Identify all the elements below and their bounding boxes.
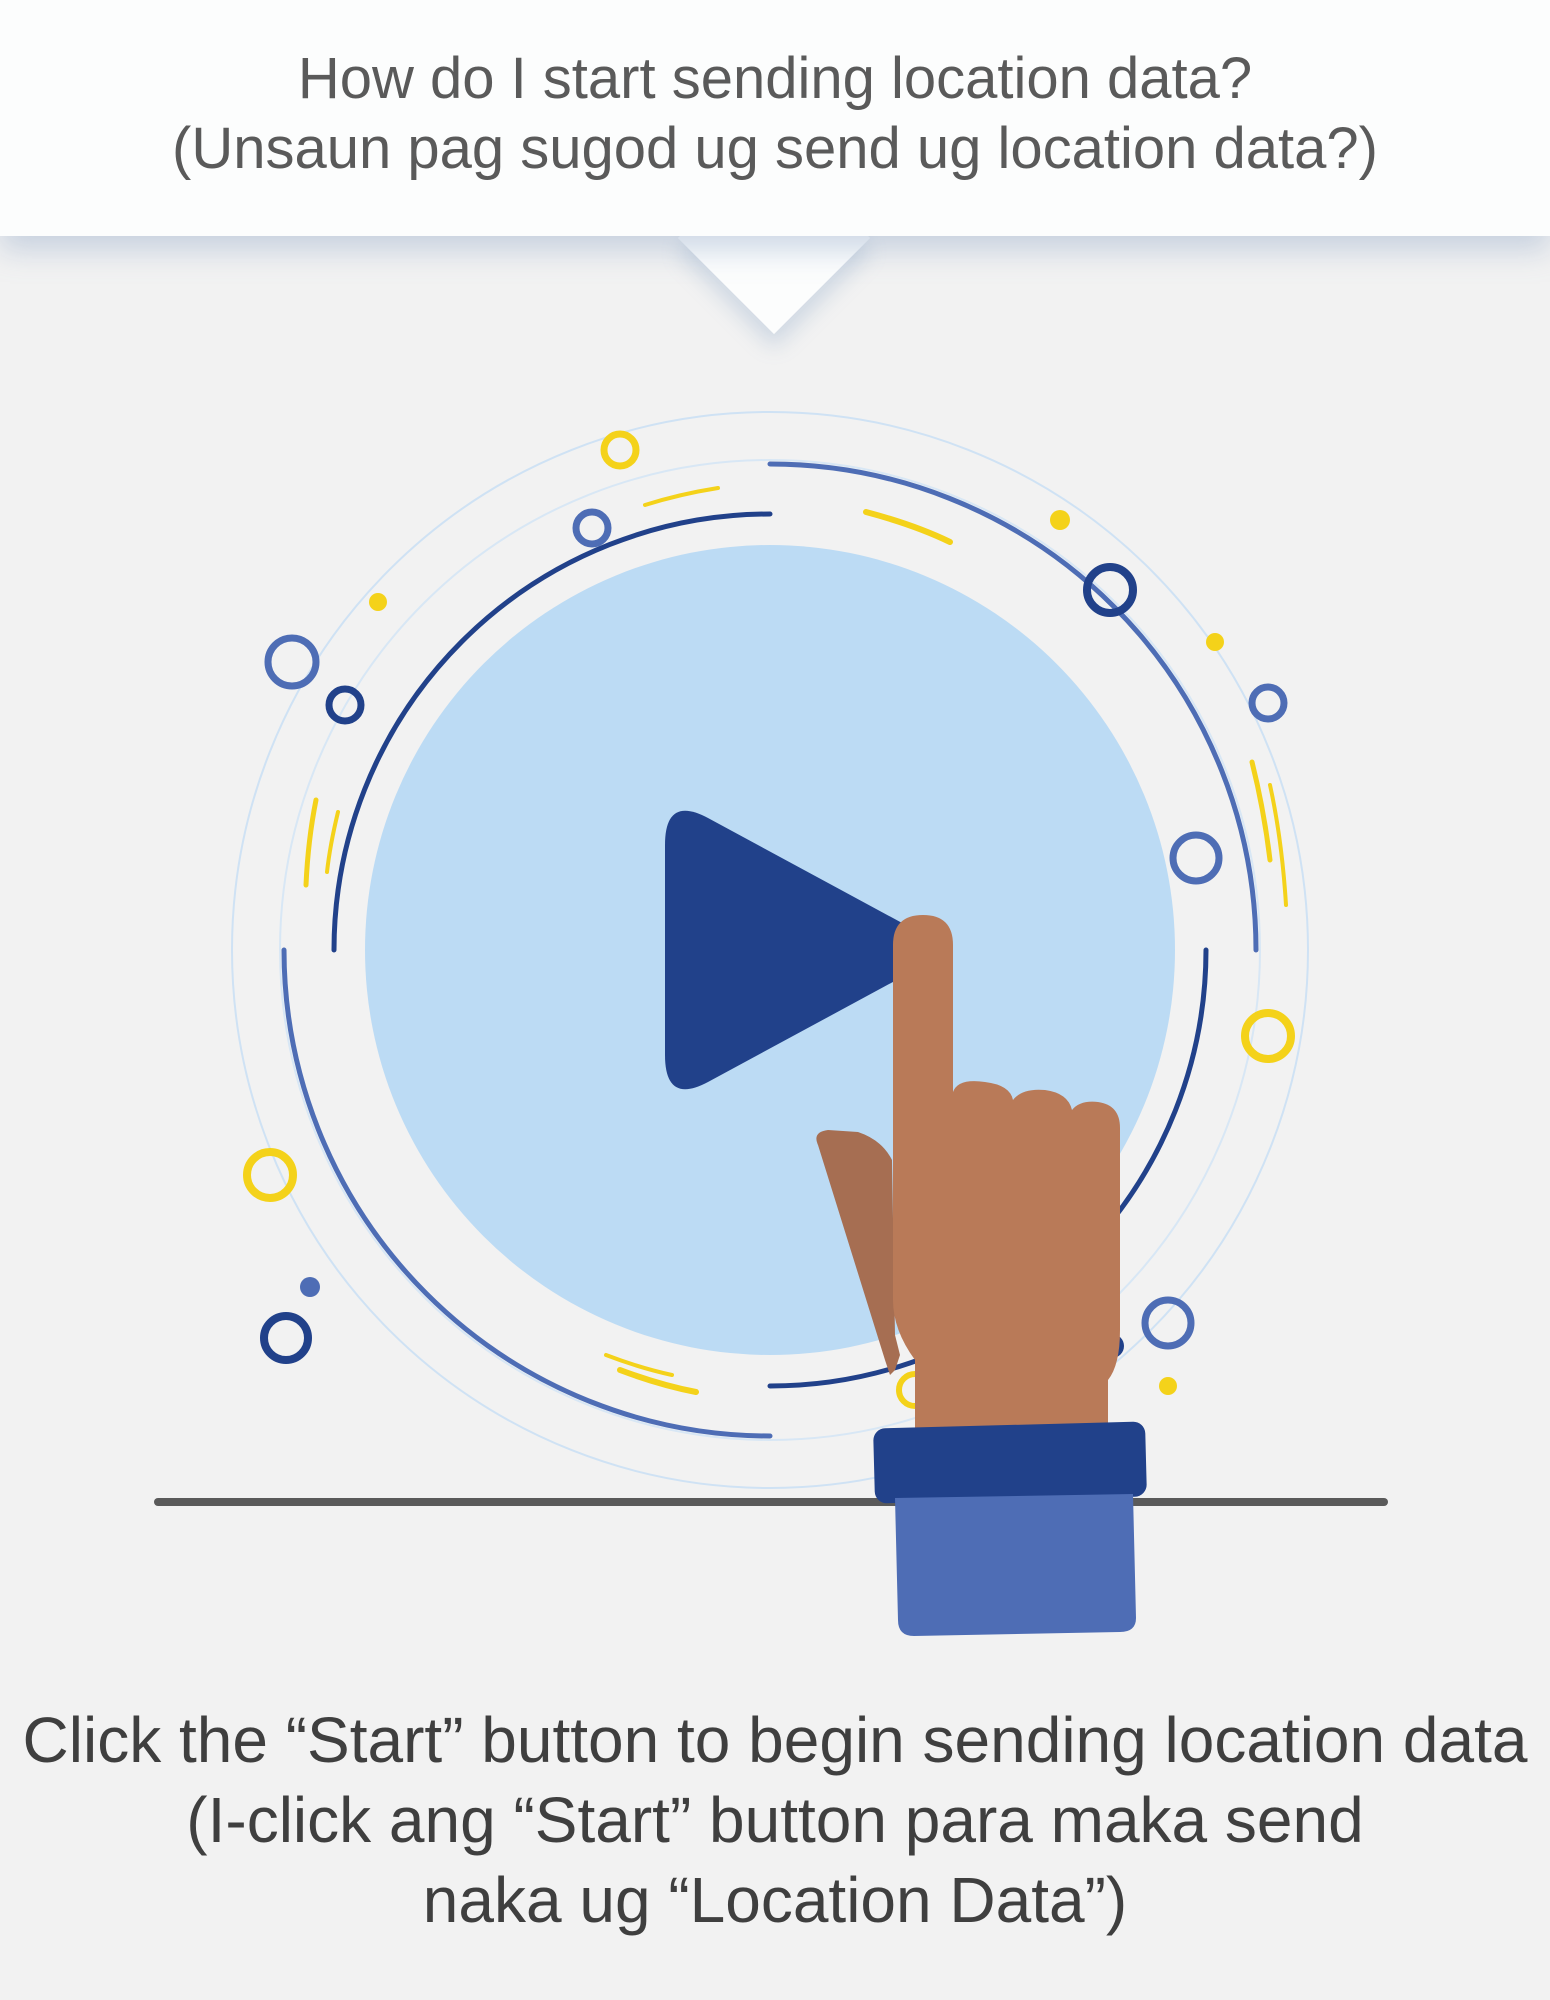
hand-sleeve (895, 1494, 1136, 1636)
instruction-line-1: Click the “Start” button to begin sendin… (22, 1704, 1528, 1776)
hand-cuff (873, 1421, 1147, 1504)
bubble (243, 1148, 297, 1202)
bubble (300, 1277, 320, 1297)
accent-stroke (604, 1353, 674, 1377)
question-cebuano: (Unsaun pag sugod ug send ug location da… (172, 116, 1378, 181)
accent-stroke (303, 797, 319, 888)
accent-stroke (1249, 759, 1273, 863)
bubble (1159, 1377, 1177, 1395)
instruction-text: Click the “Start” button to begin sendin… (0, 1700, 1550, 1940)
bubble (1050, 510, 1070, 530)
bubble (1206, 633, 1224, 651)
question-english: How do I start sending location data? (297, 46, 1253, 111)
question-heading: How do I start sending location data? (U… (0, 44, 1550, 184)
accent-stroke (643, 486, 720, 507)
bubble (1169, 831, 1223, 885)
bubble (600, 430, 640, 470)
bubble (1141, 1296, 1195, 1350)
accent-stroke (1268, 783, 1288, 907)
bubble (264, 634, 320, 690)
accent-stroke (325, 810, 340, 874)
bubble (260, 1312, 312, 1364)
accent-stroke (863, 509, 953, 545)
bubble (1248, 683, 1288, 723)
bubble (369, 593, 387, 611)
instruction-line-2: (I-click ang “Start” button para maka se… (186, 1784, 1364, 1856)
bubble (572, 508, 612, 548)
instruction-line-3: naka ug “Location Data”) (422, 1864, 1128, 1936)
